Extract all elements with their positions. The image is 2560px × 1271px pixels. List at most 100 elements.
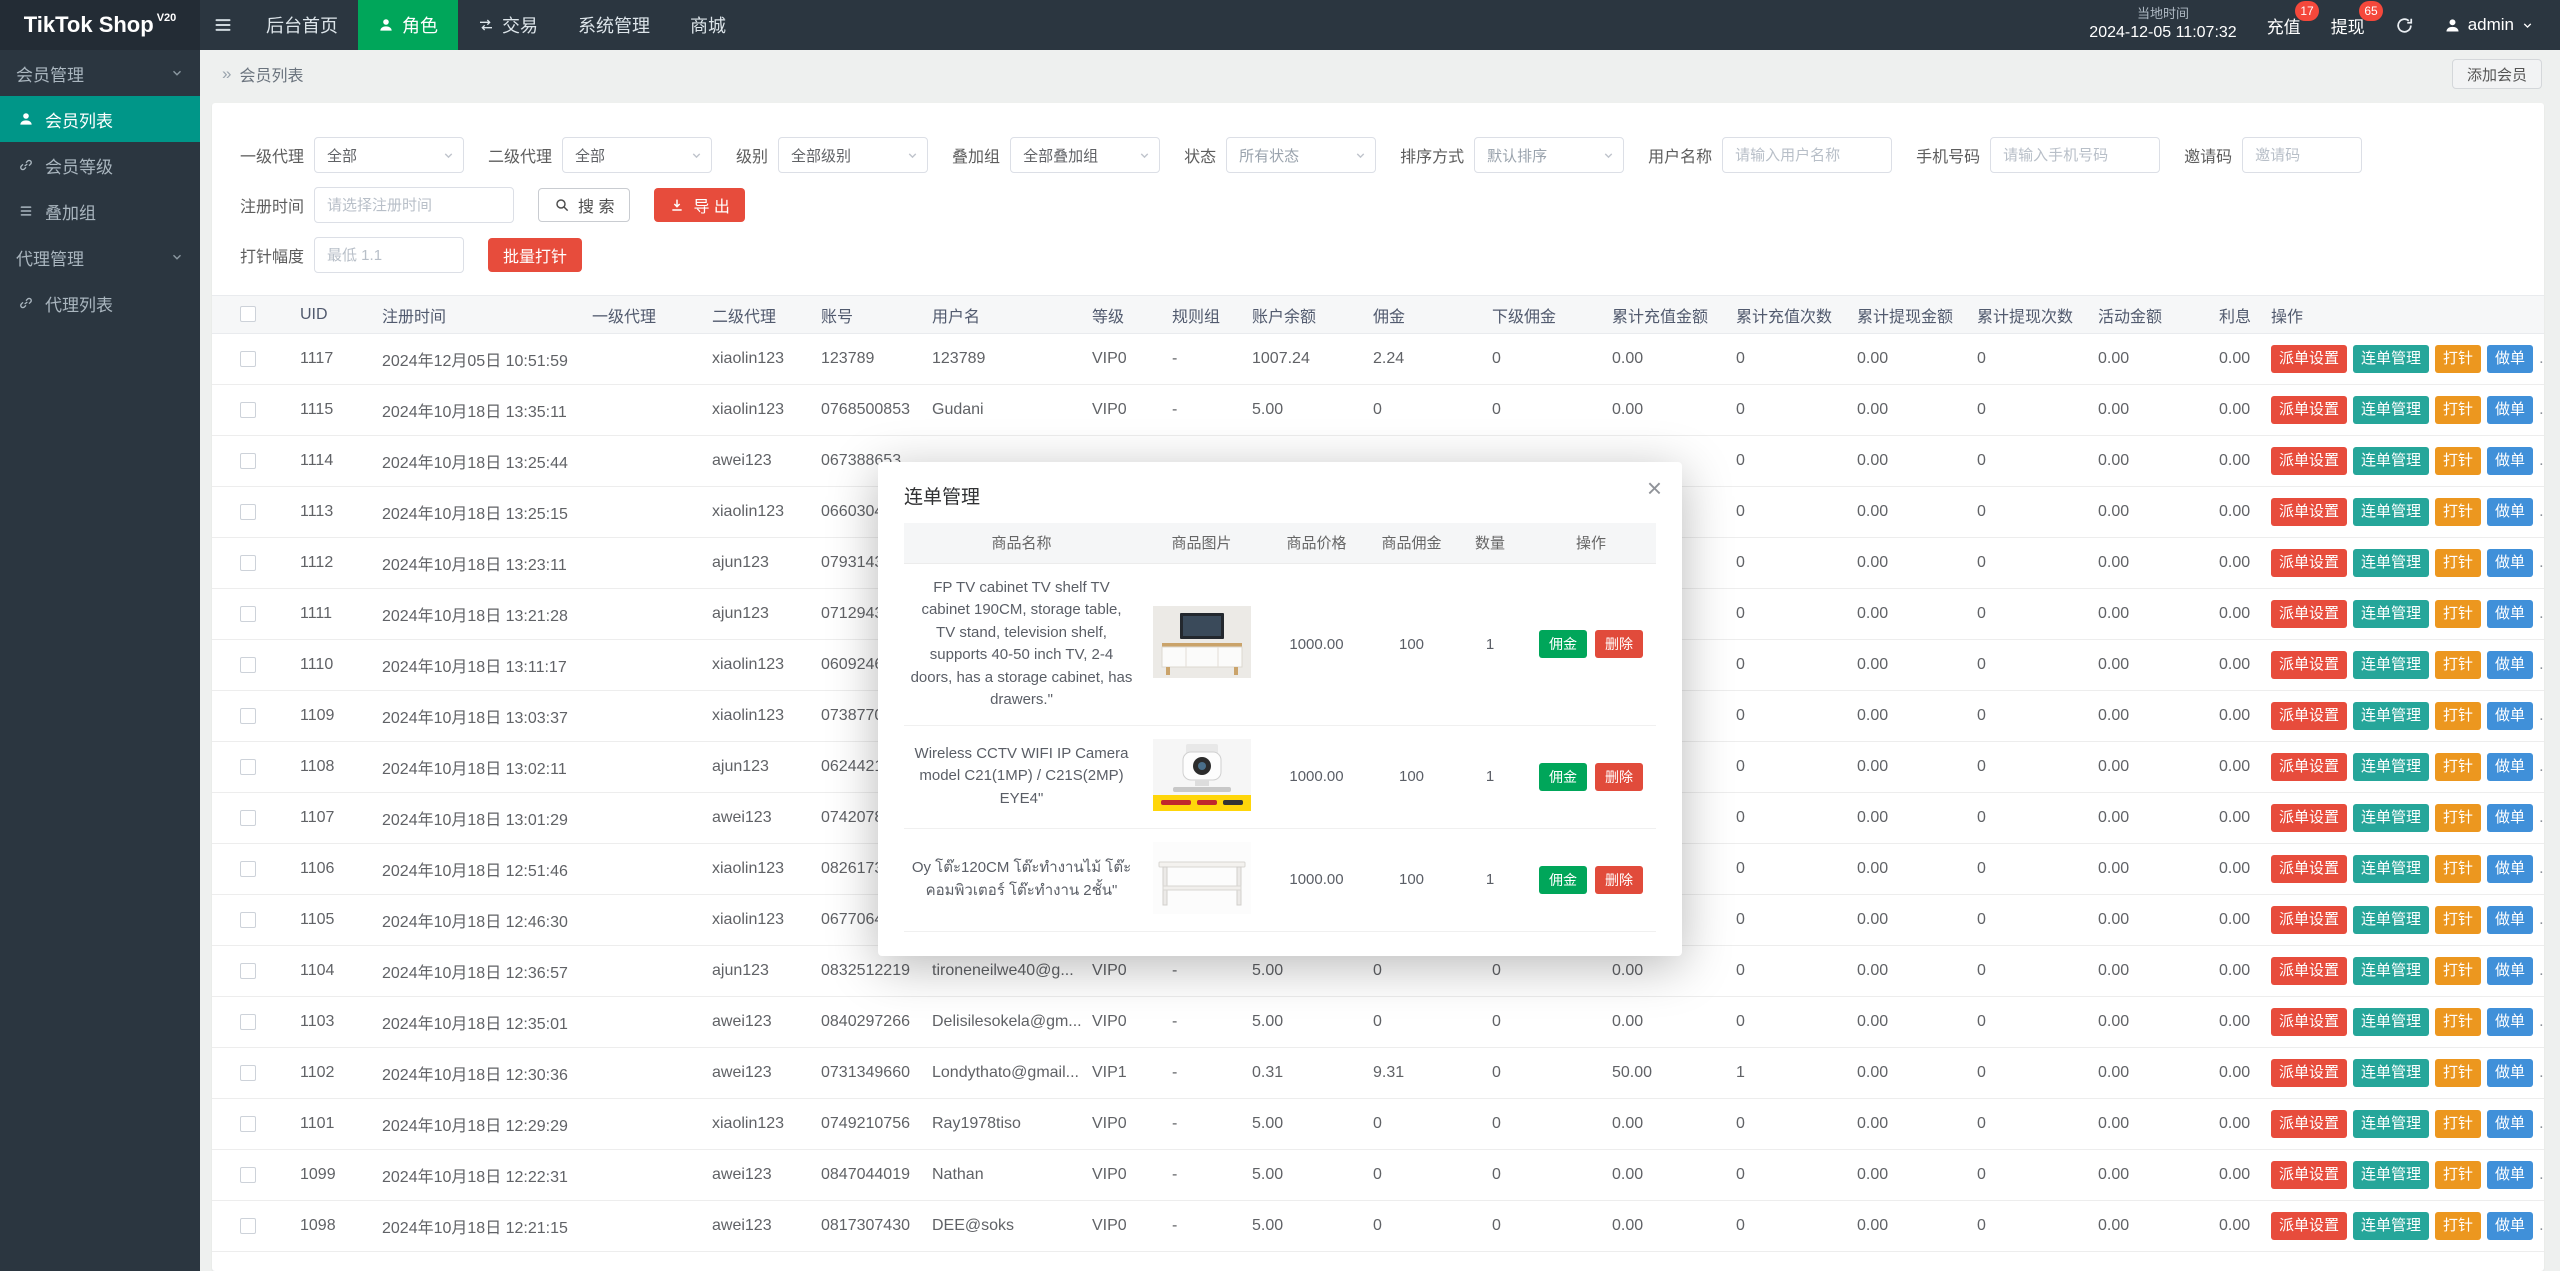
sidebar-toggle-button[interactable] xyxy=(200,0,246,50)
more-actions[interactable]: ... xyxy=(2539,350,2544,367)
row-checkbox[interactable] xyxy=(240,963,256,979)
make-order-button[interactable]: 做单 xyxy=(2487,447,2533,475)
make-order-button[interactable]: 做单 xyxy=(2487,1110,2533,1138)
chain-order-manage-button[interactable]: 连单管理 xyxy=(2353,753,2429,781)
dispatch-settings-button[interactable]: 派单设置 xyxy=(2271,1161,2347,1189)
more-actions[interactable]: ... xyxy=(2539,911,2544,928)
chain-order-manage-button[interactable]: 连单管理 xyxy=(2353,702,2429,730)
chain-order-manage-button[interactable]: 连单管理 xyxy=(2353,1059,2429,1087)
more-actions[interactable]: ... xyxy=(2539,1166,2544,1183)
make-order-button[interactable]: 做单 xyxy=(2487,600,2533,628)
sidebar-item-member-list[interactable]: 会员列表 xyxy=(0,96,200,142)
needle-button[interactable]: 打针 xyxy=(2435,498,2481,526)
sidebar-group-member-manage[interactable]: 会员管理 xyxy=(0,50,200,96)
dispatch-settings-button[interactable]: 派单设置 xyxy=(2271,498,2347,526)
chain-order-manage-button[interactable]: 连单管理 xyxy=(2353,906,2429,934)
row-checkbox[interactable] xyxy=(240,912,256,928)
overlay-group-select[interactable]: 全部叠加组 xyxy=(1010,137,1160,173)
app-logo[interactable]: TikTok Shop V20 xyxy=(0,0,200,50)
dispatch-settings-button[interactable]: 派单设置 xyxy=(2271,345,2347,373)
level-select[interactable]: 全部级别 xyxy=(778,137,928,173)
dispatch-settings-button[interactable]: 派单设置 xyxy=(2271,600,2347,628)
more-actions[interactable]: ... xyxy=(2539,503,2544,520)
needle-button[interactable]: 打针 xyxy=(2435,345,2481,373)
more-actions[interactable]: ... xyxy=(2539,758,2544,775)
refresh-button[interactable] xyxy=(2395,16,2414,35)
more-actions[interactable]: ... xyxy=(2539,860,2544,877)
sidebar-item-overlay-group[interactable]: 叠加组 xyxy=(0,188,200,234)
row-checkbox[interactable] xyxy=(240,861,256,877)
dispatch-settings-button[interactable]: 派单设置 xyxy=(2271,1110,2347,1138)
sidebar-group-agent-manage[interactable]: 代理管理 xyxy=(0,234,200,280)
dispatch-settings-button[interactable]: 派单设置 xyxy=(2271,906,2347,934)
withdraw-nav-item[interactable]: 提现 65 xyxy=(2331,13,2365,38)
sidebar-item-member-level[interactable]: 会员等级 xyxy=(0,142,200,188)
make-order-button[interactable]: 做单 xyxy=(2487,906,2533,934)
more-actions[interactable]: ... xyxy=(2539,452,2544,469)
chain-order-manage-button[interactable]: 连单管理 xyxy=(2353,1008,2429,1036)
nav-item-system-manage[interactable]: 系统管理 xyxy=(558,0,670,50)
username-input[interactable] xyxy=(1722,137,1892,173)
needle-button[interactable]: 打针 xyxy=(2435,1059,2481,1087)
status-select[interactable]: 所有状态 xyxy=(1226,137,1376,173)
dispatch-settings-button[interactable]: 派单设置 xyxy=(2271,804,2347,832)
recharge-nav-item[interactable]: 充值 17 xyxy=(2267,13,2301,38)
sidebar-item-agent-list[interactable]: 代理列表 xyxy=(0,280,200,326)
dispatch-settings-button[interactable]: 派单设置 xyxy=(2271,1212,2347,1240)
phone-input[interactable] xyxy=(1990,137,2160,173)
more-actions[interactable]: ... xyxy=(2539,656,2544,673)
row-checkbox[interactable] xyxy=(240,657,256,673)
chain-order-manage-button[interactable]: 连单管理 xyxy=(2353,447,2429,475)
needle-button[interactable]: 打针 xyxy=(2435,1212,2481,1240)
row-checkbox[interactable] xyxy=(240,1218,256,1234)
nav-item-mall[interactable]: 商城 xyxy=(670,0,746,50)
more-actions[interactable]: ... xyxy=(2539,554,2544,571)
dispatch-settings-button[interactable]: 派单设置 xyxy=(2271,549,2347,577)
make-order-button[interactable]: 做单 xyxy=(2487,1161,2533,1189)
row-checkbox[interactable] xyxy=(240,351,256,367)
dispatch-settings-button[interactable]: 派单设置 xyxy=(2271,855,2347,883)
more-actions[interactable]: ... xyxy=(2539,809,2544,826)
needle-button[interactable]: 打针 xyxy=(2435,651,2481,679)
needle-button[interactable]: 打针 xyxy=(2435,447,2481,475)
row-checkbox[interactable] xyxy=(240,606,256,622)
chain-order-manage-button[interactable]: 连单管理 xyxy=(2353,1110,2429,1138)
commission-button[interactable]: 佣金 xyxy=(1539,763,1587,791)
dispatch-settings-button[interactable]: 派单设置 xyxy=(2271,957,2347,985)
more-actions[interactable]: ... xyxy=(2539,1064,2544,1081)
chain-order-manage-button[interactable]: 连单管理 xyxy=(2353,600,2429,628)
needle-range-input[interactable] xyxy=(314,237,464,273)
register-time-input[interactable] xyxy=(314,187,514,223)
chain-order-manage-button[interactable]: 连单管理 xyxy=(2353,651,2429,679)
make-order-button[interactable]: 做单 xyxy=(2487,1212,2533,1240)
batch-needle-button[interactable]: 批量打针 xyxy=(488,238,582,272)
more-actions[interactable]: ... xyxy=(2539,1115,2544,1132)
export-button[interactable]: 导 出 xyxy=(654,188,744,222)
needle-button[interactable]: 打针 xyxy=(2435,396,2481,424)
make-order-button[interactable]: 做单 xyxy=(2487,753,2533,781)
sort-select[interactable]: 默认排序 xyxy=(1474,137,1624,173)
chain-order-manage-button[interactable]: 连单管理 xyxy=(2353,1161,2429,1189)
make-order-button[interactable]: 做单 xyxy=(2487,651,2533,679)
make-order-button[interactable]: 做单 xyxy=(2487,498,2533,526)
more-actions[interactable]: ... xyxy=(2539,1217,2544,1234)
row-checkbox[interactable] xyxy=(240,708,256,724)
delete-button[interactable]: 删除 xyxy=(1595,630,1643,658)
nav-item-trade[interactable]: 交易 xyxy=(458,0,558,50)
search-button[interactable]: 搜 索 xyxy=(538,188,630,222)
row-checkbox[interactable] xyxy=(240,504,256,520)
needle-button[interactable]: 打针 xyxy=(2435,600,2481,628)
make-order-button[interactable]: 做单 xyxy=(2487,702,2533,730)
chain-order-manage-button[interactable]: 连单管理 xyxy=(2353,804,2429,832)
more-actions[interactable]: ... xyxy=(2539,605,2544,622)
chain-order-manage-button[interactable]: 连单管理 xyxy=(2353,498,2429,526)
needle-button[interactable]: 打针 xyxy=(2435,1161,2481,1189)
chain-order-manage-button[interactable]: 连单管理 xyxy=(2353,396,2429,424)
agent-level2-select[interactable]: 全部 xyxy=(562,137,712,173)
invite-code-input[interactable] xyxy=(2242,137,2362,173)
chain-order-manage-button[interactable]: 连单管理 xyxy=(2353,1212,2429,1240)
make-order-button[interactable]: 做单 xyxy=(2487,804,2533,832)
dispatch-settings-button[interactable]: 派单设置 xyxy=(2271,1059,2347,1087)
more-actions[interactable]: ... xyxy=(2539,1013,2544,1030)
row-checkbox[interactable] xyxy=(240,453,256,469)
